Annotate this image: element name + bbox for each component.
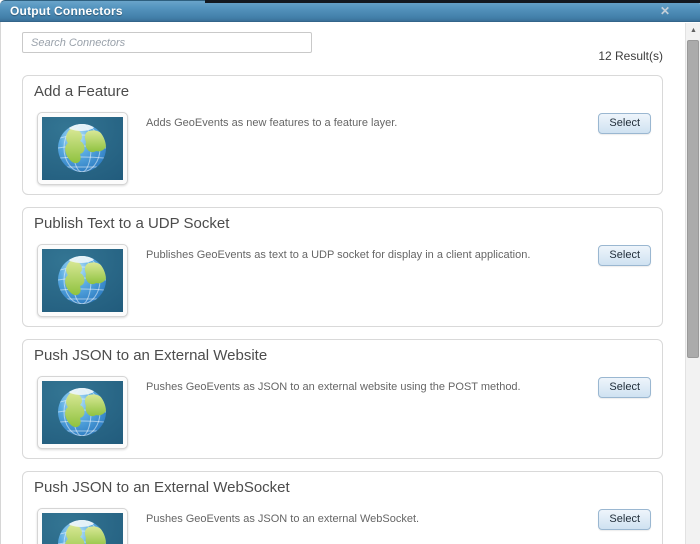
output-connectors-dialog: Output Connectors ✕ 12 Result(s) Add a F… xyxy=(0,0,700,544)
connector-title: Publish Text to a UDP Socket xyxy=(34,215,230,232)
connector-description: Adds GeoEvents as new features to a feat… xyxy=(146,117,398,129)
connector-card: Add a Feature Adds GeoEvents as new feat… xyxy=(22,75,663,195)
search-input[interactable] xyxy=(22,32,312,53)
scrollbar-thumb[interactable] xyxy=(687,40,699,358)
globe-thumbnail xyxy=(37,244,128,317)
select-button[interactable]: Select xyxy=(598,377,651,398)
dialog-titlebar: Output Connectors ✕ xyxy=(0,0,700,22)
globe-thumbnail xyxy=(37,376,128,449)
globe-icon xyxy=(42,381,123,444)
globe-thumbnail xyxy=(37,508,128,544)
dialog-left-border xyxy=(0,22,1,544)
connector-description: Pushes GeoEvents as JSON to an external … xyxy=(146,513,420,525)
results-count: 12 Result(s) xyxy=(598,49,663,63)
close-icon[interactable]: ✕ xyxy=(660,3,670,19)
globe-icon xyxy=(42,117,123,180)
scrollbar[interactable]: ▲ xyxy=(685,23,700,544)
background-page-strip xyxy=(205,0,700,3)
connector-description: Pushes GeoEvents as JSON to an external … xyxy=(146,381,521,393)
connector-list: Add a Feature Adds GeoEvents as new feat… xyxy=(22,75,663,544)
connector-title: Add a Feature xyxy=(34,83,130,100)
connector-card: Push JSON to an External Website Pushes … xyxy=(22,339,663,459)
connector-card: Publish Text to a UDP Socket Publishes G… xyxy=(22,207,663,327)
select-button[interactable]: Select xyxy=(598,509,651,530)
connector-card: Push JSON to an External WebSocket Pushe… xyxy=(22,471,663,544)
globe-thumbnail xyxy=(37,112,128,185)
scroll-up-arrow-icon[interactable]: ▲ xyxy=(686,23,700,38)
globe-icon xyxy=(42,249,123,312)
connector-description: Publishes GeoEvents as text to a UDP soc… xyxy=(146,249,531,261)
globe-icon xyxy=(42,513,123,544)
dialog-title: Output Connectors xyxy=(10,4,123,18)
select-button[interactable]: Select xyxy=(598,245,651,266)
select-button[interactable]: Select xyxy=(598,113,651,134)
connector-title: Push JSON to an External Website xyxy=(34,347,268,364)
connector-title: Push JSON to an External WebSocket xyxy=(34,479,290,496)
